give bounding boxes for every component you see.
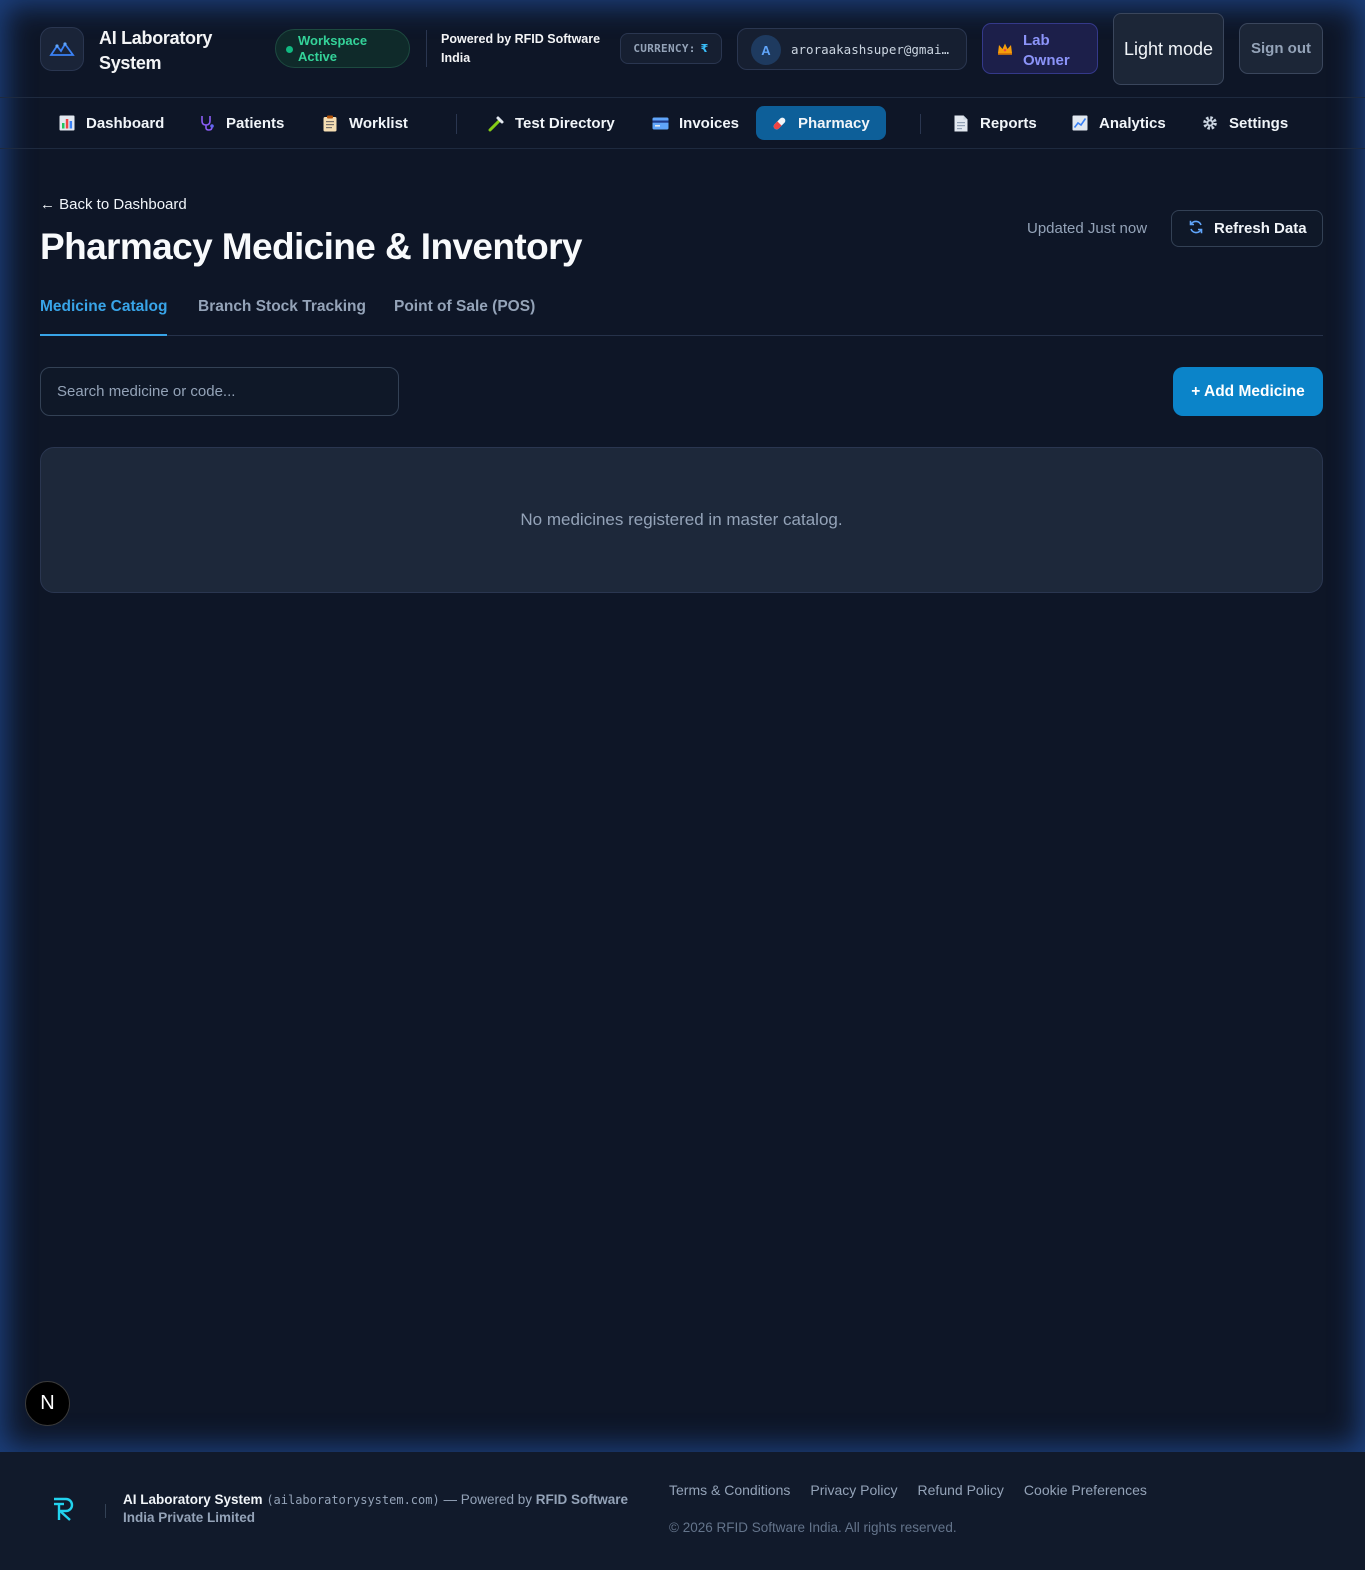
avatar: A	[751, 35, 781, 65]
footer-domain: (ailaboratorysystem.com)	[266, 1493, 440, 1507]
nav-item-invoices[interactable]: Invoices	[637, 106, 755, 140]
currency-indicator[interactable]: CURRENCY: ₹	[620, 33, 722, 64]
copyright: © 2026 RFID Software India. All rights r…	[669, 1520, 957, 1535]
pharmacy-tabs: Medicine Catalog Branch Stock Tracking P…	[40, 298, 1323, 336]
app-title: AI Laboratory System	[99, 28, 213, 73]
status-dot-icon	[286, 46, 293, 53]
user-email: aroraakashsuper@gmai…	[791, 42, 950, 57]
gear-icon	[1201, 114, 1219, 132]
document-icon	[952, 114, 970, 132]
back-to-dashboard-link[interactable]: ← Back to Dashboard	[40, 196, 187, 213]
terms-link[interactable]: Terms & Conditions	[669, 1482, 790, 1498]
powered-by-text: Powered by RFID Software India	[441, 32, 601, 65]
pill-icon	[770, 114, 788, 132]
divider	[426, 30, 427, 67]
nav-label: Settings	[1229, 114, 1289, 132]
nav-item-patients[interactable]: Patients	[184, 106, 300, 140]
top-bar: AI Laboratory System Workspace Active Po…	[0, 0, 1365, 98]
bar-chart-icon	[58, 114, 76, 132]
currency-label: CURRENCY:	[633, 42, 696, 55]
clipboard-icon	[321, 114, 339, 132]
nav-label: Pharmacy	[798, 114, 870, 132]
nav-item-test-directory[interactable]: Test Directory	[473, 106, 631, 140]
last-updated-text: Updated Just now	[1027, 220, 1148, 237]
refund-link[interactable]: Refund Policy	[918, 1482, 1004, 1498]
nav-label: Reports	[980, 114, 1037, 132]
next-dev-indicator[interactable]: N	[25, 1381, 70, 1426]
medicine-catalog-empty-state: No medicines registered in master catalo…	[40, 447, 1323, 593]
nav-item-dashboard[interactable]: Dashboard	[44, 106, 180, 140]
workspace-status-label: Workspace Active	[298, 33, 368, 64]
refresh-data-button[interactable]: Refresh Data	[1171, 210, 1323, 247]
crown-icon	[997, 42, 1013, 60]
nav-item-worklist[interactable]: Worklist	[307, 106, 424, 140]
nav-label: Worklist	[349, 114, 408, 132]
tab-point-of-sale[interactable]: Point of Sale (POS)	[394, 298, 535, 336]
footer-attribution: AI Laboratory System (ailaboratorysystem…	[123, 1491, 643, 1527]
app-frame: AI Laboratory System Workspace Active Po…	[0, 0, 1365, 1452]
lab-logo-icon	[49, 42, 75, 56]
empty-state-message: No medicines registered in master catalo…	[520, 510, 843, 529]
nav-divider	[456, 114, 457, 134]
user-account-pill[interactable]: A aroraakashsuper@gmai…	[737, 28, 967, 70]
stethoscope-icon	[198, 114, 216, 132]
tab-branch-stock-tracking[interactable]: Branch Stock Tracking	[198, 298, 366, 336]
footer-powered-prefix: — Powered by	[443, 1492, 533, 1507]
footer-links: Terms & Conditions Privacy Policy Refund…	[669, 1482, 1147, 1498]
search-input[interactable]	[40, 367, 399, 416]
nav-item-settings[interactable]: Settings	[1187, 106, 1304, 140]
refresh-icon	[1188, 219, 1204, 239]
page-title: Pharmacy Medicine & Inventory	[40, 226, 583, 267]
nav-item-analytics[interactable]: Analytics	[1057, 106, 1182, 140]
nav-divider	[920, 114, 921, 134]
nav-label: Invoices	[679, 114, 740, 132]
footer-brand: AI Laboratory System	[123, 1492, 263, 1507]
theme-toggle-button[interactable]: Light mode	[1113, 13, 1224, 85]
nav-label: Dashboard	[86, 114, 165, 132]
nav-item-reports[interactable]: Reports	[938, 106, 1053, 140]
refresh-label: Refresh Data	[1214, 220, 1307, 237]
rfid-logo-icon	[50, 1496, 78, 1527]
role-button[interactable]: Lab Owner	[982, 23, 1098, 74]
nav-label: Analytics	[1099, 114, 1166, 132]
footer-divider	[105, 1504, 106, 1518]
app-logo[interactable]	[40, 27, 84, 71]
add-medicine-button[interactable]: + Add Medicine	[1173, 367, 1323, 416]
nav-label: Patients	[226, 114, 285, 132]
pipette-icon	[487, 114, 505, 132]
cookie-preferences-link[interactable]: Cookie Preferences	[1024, 1482, 1147, 1498]
workspace-status-badge: Workspace Active	[275, 29, 410, 68]
nav-label: Test Directory	[515, 114, 615, 132]
nav-item-pharmacy[interactable]: Pharmacy	[756, 106, 886, 140]
currency-symbol: ₹	[700, 42, 709, 55]
privacy-link[interactable]: Privacy Policy	[810, 1482, 897, 1498]
credit-card-icon	[651, 114, 669, 132]
line-chart-icon	[1071, 114, 1089, 132]
tab-medicine-catalog[interactable]: Medicine Catalog	[40, 298, 168, 336]
footer: AI Laboratory System (ailaboratorysystem…	[0, 1452, 1365, 1570]
main-nav: Dashboard Patients Worklist Test Directo…	[0, 98, 1365, 149]
sign-out-button[interactable]: Sign out	[1239, 23, 1323, 74]
role-label: Lab Owner	[1023, 32, 1070, 69]
